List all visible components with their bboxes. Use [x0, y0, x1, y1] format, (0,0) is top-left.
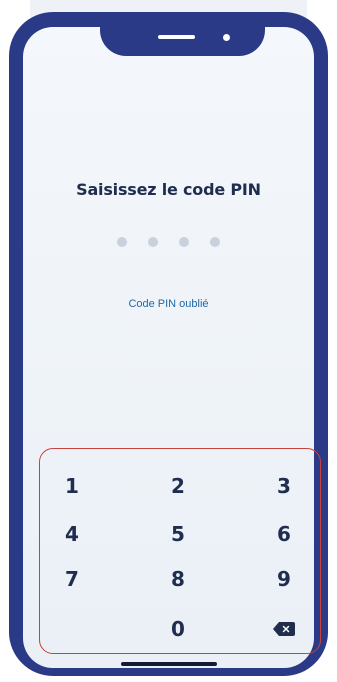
key-9[interactable]: 9 — [264, 562, 304, 596]
forgot-pin-link[interactable]: Code PIN oublié — [0, 298, 337, 310]
key-4[interactable]: 4 — [52, 517, 92, 551]
pin-dot — [148, 237, 158, 247]
pin-dot — [210, 237, 220, 247]
backspace-button[interactable] — [264, 612, 304, 646]
home-indicator — [121, 662, 217, 666]
pin-dot — [179, 237, 189, 247]
page-title: Saisissez le code PIN — [76, 180, 261, 199]
key-1[interactable]: 1 — [52, 469, 92, 503]
pin-indicator — [0, 237, 337, 247]
key-2[interactable]: 2 — [158, 469, 198, 503]
backspace-icon — [273, 622, 295, 636]
key-6[interactable]: 6 — [264, 517, 304, 551]
camera-icon — [223, 34, 230, 41]
pin-dot — [117, 237, 127, 247]
key-5[interactable]: 5 — [158, 517, 198, 551]
key-0[interactable]: 0 — [158, 612, 198, 646]
speaker-grille — [158, 35, 195, 39]
key-3[interactable]: 3 — [264, 469, 304, 503]
phone-notch — [100, 12, 265, 56]
key-7[interactable]: 7 — [52, 562, 92, 596]
key-8[interactable]: 8 — [158, 562, 198, 596]
